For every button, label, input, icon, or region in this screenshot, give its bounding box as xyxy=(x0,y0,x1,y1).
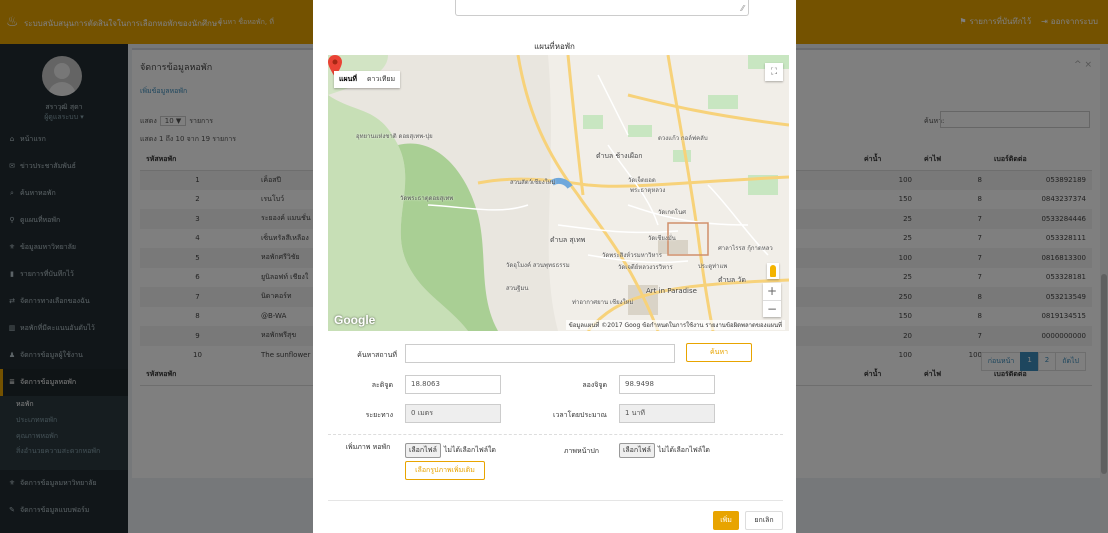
map-label-tha-phae: ประตูท่าแพ xyxy=(698,263,728,270)
cover-image-file-input[interactable]: เลือกไฟล์ ไม่ได้เลือกไฟล์ใด xyxy=(619,443,710,458)
map-label-chang-phueak: ตำบล ช้างเผือก xyxy=(596,152,643,160)
place-search-button[interactable]: ค้นหา xyxy=(686,343,752,362)
zoom-out-button[interactable]: − xyxy=(763,300,781,317)
lng-label: ลองจิจูด xyxy=(582,381,607,389)
time-label: เวลาโดยประมาณ xyxy=(553,411,607,419)
lat-label: ละติจูด xyxy=(371,381,393,389)
map-attribution[interactable]: ข้อมูลแผนที่ ©2017 Goog ข้อกำหนดในการใช้… xyxy=(565,320,785,330)
map-label-wat-chedi-luang: วัดเจดีย์หลวงวรวิหาร xyxy=(618,264,673,271)
dorm-images-label: เพิ่มภาพ หอพัก xyxy=(345,443,391,451)
map-label-suan-thimon: สวนฐิมน xyxy=(506,285,529,292)
map-label-tambon-wat: ตำบล วัด xyxy=(718,276,746,284)
map-canvas xyxy=(328,55,789,331)
place-search-input[interactable] xyxy=(405,344,675,363)
google-map[interactable]: อุทยานแห่งชาติ ดอยสุเทพ-ปุย ตำบล ช้างเผื… xyxy=(328,55,789,331)
distance-label: ระยะทาง xyxy=(365,411,393,419)
footer-divider xyxy=(328,500,783,501)
map-label-wat-umong: วัดอุโมงค์ สวนพุทธธรรม xyxy=(506,262,570,269)
cover-image-label: ภาพหน้าปก xyxy=(563,447,599,455)
map-label-wat-phra-singh: วัดพระสิงห์วรมหาวิหาร xyxy=(602,252,662,259)
map-label-airport: ท่าอากาศยาน เชียงใหม่ xyxy=(572,299,634,306)
lat-input[interactable]: 18.8063 xyxy=(405,375,501,394)
pegman-icon[interactable] xyxy=(767,263,779,279)
map-type-control: แผนที่ ดาวเทียม xyxy=(334,71,401,88)
zoom-control: + − xyxy=(763,283,781,317)
map-label-suthep: ตำบล สุเทพ xyxy=(550,236,586,244)
choose-cover-button[interactable]: เลือกไฟล์ xyxy=(619,443,655,458)
place-search-label: ค้นหาสถานที่ xyxy=(357,351,397,359)
distance-input: 0 เมตร xyxy=(405,404,501,423)
map-label-market: ศาลาไรรส กุ้กาดหลว xyxy=(718,245,773,252)
map-type-satellite-button[interactable]: ดาวเทียม xyxy=(362,71,400,88)
map-title: แผนที่หอพัก xyxy=(534,42,575,51)
dorm-images-file-input[interactable]: เลือกไฟล์ ไม่ได้เลือกไฟล์ใด xyxy=(405,443,496,458)
map-label-wat-ket: วัดเกตโนศ xyxy=(658,209,686,216)
map-label-wat-chiang-man: วัดเชียงมั่น xyxy=(648,235,676,242)
save-button[interactable]: เพิ่ม xyxy=(713,511,739,530)
resize-grip-icon[interactable]: ⁄⁄ xyxy=(741,4,744,13)
map-label-phra-that-luang: พระธาตุหลวง xyxy=(630,187,666,194)
add-more-images-button[interactable]: เลือกรูปภาพเพิ่มเติม xyxy=(405,461,485,480)
choose-file-button[interactable]: เลือกไฟล์ xyxy=(405,443,441,458)
fullscreen-icon[interactable]: ⛶ xyxy=(765,63,783,81)
map-label-zoo: สวนสัตว์เชียงใหม่ xyxy=(510,179,556,186)
google-logo: Google xyxy=(334,313,376,327)
map-label-art-in-paradise: Art in Paradise xyxy=(646,287,697,295)
map-label-wat-chet-yot: วัดเจ็ดยอด xyxy=(628,177,656,184)
map-label-golf-club: ดวงแก้ว กอล์ฟคลับ xyxy=(658,135,708,142)
map-label-national-park: อุทยานแห่งชาติ ดอยสุเทพ-ปุย xyxy=(356,133,433,140)
map-label-doi-suthep-temple: วัดพระธาตุดอยสุเทพ xyxy=(400,195,454,202)
dorm-modal: ⁄⁄ แผนที่หอพัก อุทยานแห่งชาติ ดอยสุเทพ-ป… xyxy=(313,0,796,533)
form-divider xyxy=(328,434,783,435)
address-textarea[interactable]: ⁄⁄ xyxy=(455,0,749,16)
cancel-button[interactable]: ยกเลิก xyxy=(745,511,783,530)
time-input: 1 นาที xyxy=(619,404,715,423)
map-type-map-button[interactable]: แผนที่ xyxy=(334,71,362,88)
lng-input[interactable]: 98.9498 xyxy=(619,375,715,394)
zoom-in-button[interactable]: + xyxy=(763,283,781,300)
no-cover-text: ไม่ได้เลือกไฟล์ใด xyxy=(657,446,710,454)
no-file-text: ไม่ได้เลือกไฟล์ใด xyxy=(443,446,496,454)
